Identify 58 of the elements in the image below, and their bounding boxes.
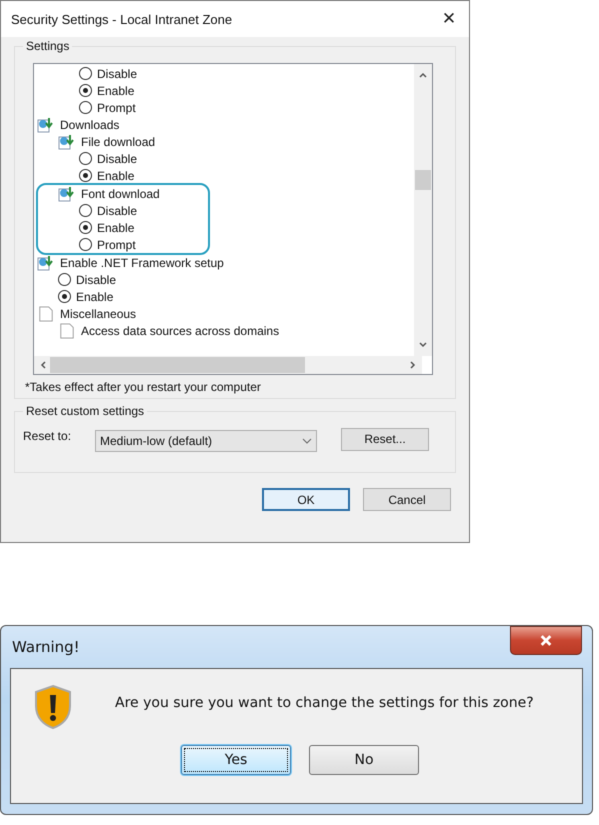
group-label: Settings xyxy=(23,39,72,53)
category-label: Downloads xyxy=(60,118,120,132)
warning-message: Are you sure you want to change the settings for this zone? xyxy=(115,695,534,711)
chevron-up-icon xyxy=(418,70,428,80)
radio-button[interactable] xyxy=(79,152,92,165)
ok-button[interactable]: OK xyxy=(262,488,350,511)
vertical-scrollbar[interactable] xyxy=(414,64,432,356)
window-title: Warning! xyxy=(12,638,80,656)
group-label: Reset custom settings xyxy=(23,404,148,418)
globe-download-icon xyxy=(58,134,76,150)
scrollbar-thumb[interactable] xyxy=(415,170,431,190)
option-label: Enable xyxy=(97,220,134,234)
warning-shield-icon xyxy=(33,684,73,730)
option-label: Disable xyxy=(97,66,138,80)
radio-button[interactable] xyxy=(79,221,92,234)
chevron-down-icon xyxy=(302,436,312,446)
chevron-left-icon xyxy=(38,360,48,370)
option-label: Disable xyxy=(97,152,138,166)
category-label: Enable .NET Framework setup xyxy=(60,256,224,270)
globe-download-icon xyxy=(58,186,76,202)
chevron-down-icon xyxy=(418,340,428,350)
chevron-right-icon xyxy=(408,360,418,370)
option-label: Prompt xyxy=(97,100,136,114)
note-text: *Takes effect after you restart your computer xyxy=(25,380,262,394)
option-label: Enable xyxy=(97,168,134,182)
globe-download-icon xyxy=(37,254,55,270)
option-label: Enable xyxy=(97,84,134,98)
category-label: Access data sources across domains xyxy=(81,324,280,338)
category-label: Miscellaneous xyxy=(60,306,136,320)
radio-button[interactable] xyxy=(79,67,92,80)
horizontal-scrollbar[interactable] xyxy=(34,356,422,374)
radio-button[interactable] xyxy=(58,290,71,303)
radio-button[interactable] xyxy=(79,84,92,97)
scrollbar-thumb[interactable] xyxy=(50,357,305,373)
yes-button[interactable]: Yes xyxy=(181,745,291,775)
option-label: Enable xyxy=(76,290,114,304)
level-dropdown[interactable]: Medium-low (default) xyxy=(95,430,317,452)
document-icon xyxy=(58,322,76,338)
close-icon xyxy=(538,634,554,647)
no-button[interactable]: No xyxy=(309,745,419,775)
close-button[interactable] xyxy=(510,626,582,655)
cancel-button[interactable]: Cancel xyxy=(363,488,451,511)
radio-button[interactable] xyxy=(79,169,92,182)
document-icon xyxy=(37,306,55,322)
reset-button[interactable]: Reset... xyxy=(341,428,429,450)
window-title: Security Settings - Local Intranet Zone xyxy=(11,12,232,26)
radio-button[interactable] xyxy=(79,238,92,251)
radio-button[interactable] xyxy=(79,204,92,217)
option-label: Disable xyxy=(97,204,138,218)
radio-button[interactable] xyxy=(79,101,92,114)
option-label: Disable xyxy=(76,272,116,286)
reset-to-label: Reset to: xyxy=(23,429,72,443)
radio-button[interactable] xyxy=(58,273,71,286)
option-label: Prompt xyxy=(97,238,136,252)
globe-download-icon xyxy=(37,116,55,132)
close-button[interactable]: ✕ xyxy=(429,1,469,37)
category-label: File download xyxy=(81,134,156,148)
category-label: Font download xyxy=(81,186,160,200)
